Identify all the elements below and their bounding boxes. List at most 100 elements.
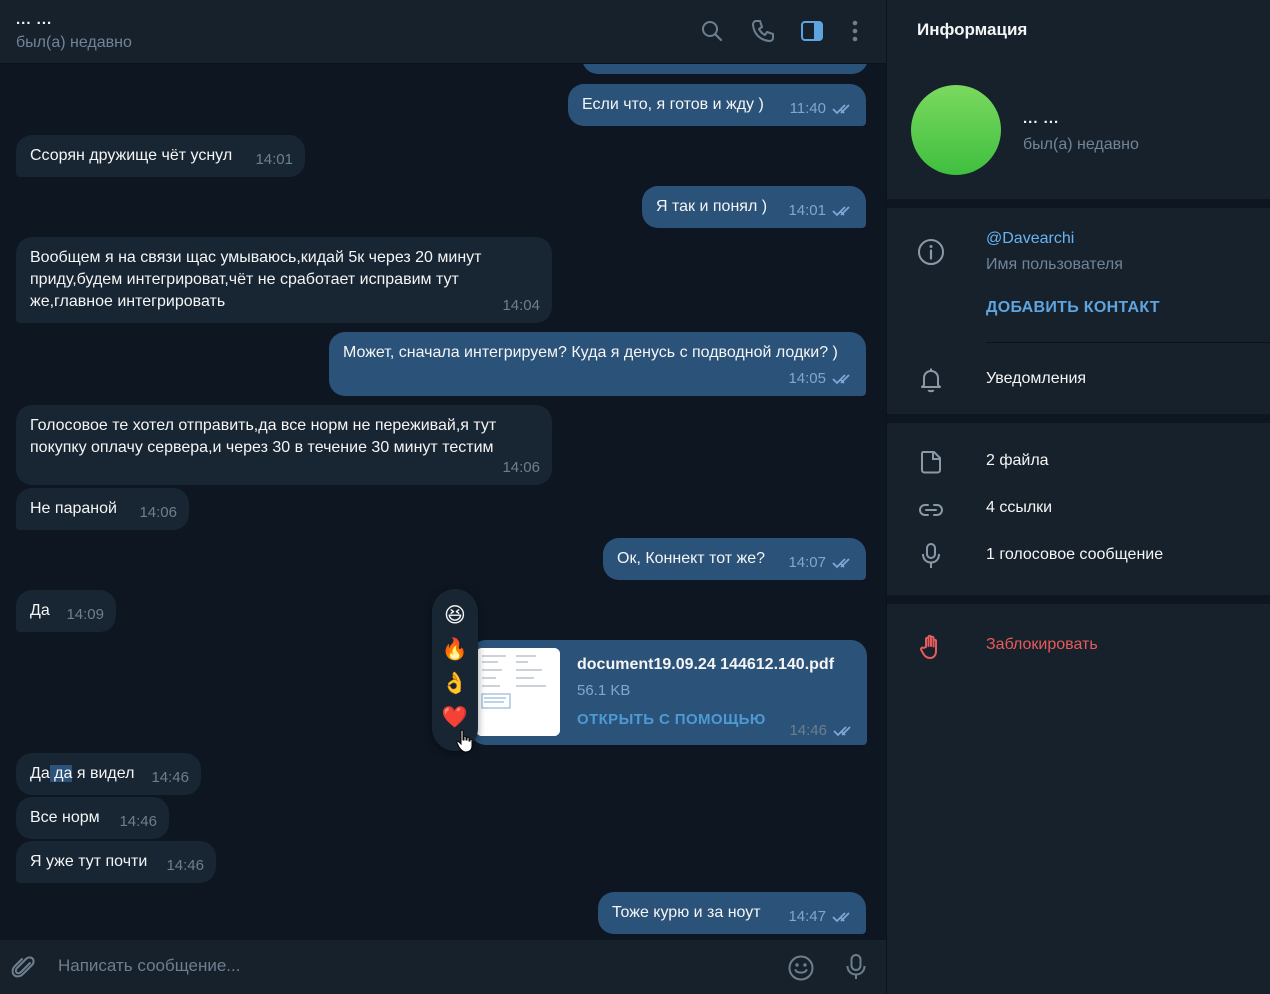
message-meta: 14:06 (502, 457, 540, 479)
message-meta: 14:04 (502, 295, 540, 317)
file-icon (917, 448, 945, 476)
message-text: Ок, Коннект тот же? (617, 550, 766, 567)
bell-icon (917, 366, 945, 394)
microphone-icon (917, 542, 945, 570)
info-icon (917, 238, 945, 266)
section-divider (887, 595, 1270, 604)
file-size: 56.1 KB (577, 682, 631, 699)
hand-cursor-icon (456, 729, 474, 753)
message-time: 14:06 (502, 459, 540, 476)
message-meta: 14:46 (166, 855, 204, 877)
message-time: 14:06 (139, 504, 177, 521)
search-icon[interactable] (699, 18, 725, 44)
phone-icon[interactable] (750, 18, 776, 44)
notifications-label: Уведомления (986, 370, 1087, 387)
message-meta: 14:09 (66, 604, 104, 626)
message-text: Может, сначала интегрируем? Куда я денус… (343, 344, 838, 361)
contact-status: был(а) недавно (1023, 136, 1139, 153)
message-text: Вообщем я на связи щас умываюсь,кидай 5к… (30, 249, 482, 310)
voice-messages-count: 1 голосовое сообщение (986, 546, 1164, 563)
message-time: 14:05 (788, 370, 826, 387)
message-text-part: Да (30, 765, 50, 782)
links-count: 4 ссылки (986, 499, 1053, 516)
contact-name: ... ... (1023, 110, 1060, 127)
message-bubble[interactable]: Может, сначала интегрируем? Куда я денус… (329, 332, 866, 396)
message-meta: 14:47 (788, 906, 854, 928)
message-meta: 14:46 (119, 811, 157, 833)
sidebar-toggle-icon[interactable] (799, 18, 825, 44)
double-check-icon (832, 911, 854, 923)
message-bubble[interactable]: Ссорян дружище чёт уснул 14:01 (16, 135, 305, 177)
message-time: 14:46 (166, 857, 204, 874)
message-bubble[interactable]: Вообщем я на связи щас умываюсь,кидай 5к… (16, 237, 552, 323)
message-text: Не параной (30, 500, 117, 517)
chat-title[interactable]: ... ... (16, 11, 52, 28)
message-time: 14:09 (66, 606, 104, 623)
open-with-button[interactable]: ОТКРЫТЬ С ПОМОЩЬЮ (577, 711, 766, 728)
message-bubble[interactable]: Да 14:09 (16, 590, 116, 632)
reaction-ok-hand[interactable]: 👌 (440, 669, 470, 699)
message-bubble[interactable]: Ок, Коннект тот же? 14:07 (603, 538, 866, 580)
info-panel-title: Информация (917, 20, 1028, 39)
reaction-fire[interactable]: 🔥 (440, 635, 470, 665)
message-bubble[interactable]: Я уже тут почти 14:46 (16, 841, 216, 883)
message-meta: 11:40 (790, 98, 854, 120)
section-divider (887, 199, 1270, 208)
message-time: 14:46 (151, 769, 189, 786)
message-input-bar: Написать сообщение... (0, 940, 886, 994)
reaction-laughing[interactable]: 😆 (440, 601, 470, 631)
message-meta: 14:01 (255, 149, 293, 171)
info-panel: Информация ... ... был(а) недавно @Davea… (886, 0, 1270, 994)
message-bubble[interactable]: Если что, я готов и жду ) 11:40 (568, 84, 866, 126)
message-text: Да да я видел (30, 765, 134, 782)
message-bubble[interactable]: Не параной 14:06 (16, 488, 189, 530)
message-time: 14:01 (788, 202, 826, 219)
message-bubble-clipped[interactable] (582, 64, 868, 74)
username-link[interactable]: @Davearchi (986, 230, 1074, 248)
reaction-picker[interactable]: 😆 🔥 👌 ❤️ (432, 589, 478, 753)
message-list[interactable]: Если что, я готов и жду ) 11:40 Ссорян д… (0, 64, 886, 940)
add-contact-button[interactable]: ДОБАВИТЬ КОНТАКТ (986, 299, 1160, 317)
more-vertical-icon[interactable] (842, 18, 868, 44)
message-time: 14:07 (788, 554, 826, 571)
thin-divider (986, 342, 1270, 343)
selected-text: да (49, 765, 73, 782)
message-input[interactable]: Написать сообщение... (58, 956, 240, 976)
block-hand-icon (917, 633, 945, 661)
file-message-bubble[interactable]: document19.09.24 144612.140.pdf 56.1 KB … (470, 640, 867, 745)
message-text: Ссорян дружище чёт уснул (30, 147, 233, 164)
message-time: 14:46 (789, 722, 827, 739)
message-meta: 14:07 (788, 552, 854, 574)
message-text: Я уже тут почти (30, 853, 148, 870)
message-time: 14:01 (255, 151, 293, 168)
microphone-icon[interactable] (842, 953, 870, 981)
block-user-button[interactable]: Заблокировать (986, 636, 1098, 654)
chat-header[interactable]: ... ... был(а) недавно (0, 0, 886, 64)
message-text: Тоже курю и за ноут (612, 904, 761, 921)
message-bubble[interactable]: Тоже курю и за ноут 14:47 (598, 892, 866, 934)
message-bubble[interactable]: Голосовое те хотел отправить,да все норм… (16, 405, 552, 485)
message-time: 14:46 (119, 813, 157, 830)
message-time: 14:47 (788, 908, 826, 925)
double-check-icon (832, 103, 854, 115)
username-label: Имя пользователя (986, 256, 1123, 273)
avatar[interactable] (911, 85, 1001, 175)
message-bubble[interactable]: Я так и понял ) 14:01 (642, 186, 866, 228)
attach-icon[interactable] (10, 954, 38, 982)
link-icon (917, 496, 945, 524)
message-text-part: я видел (72, 765, 135, 782)
section-divider (887, 414, 1270, 423)
pdf-thumbnail[interactable] (476, 648, 560, 736)
chat-pane: ... ... был(а) недавно Если что, я готов… (0, 0, 886, 994)
double-check-icon (832, 373, 854, 385)
message-bubble[interactable]: Все норм 14:46 (16, 797, 169, 839)
message-text: Я так и понял ) (656, 198, 768, 215)
message-time: 14:04 (502, 297, 540, 314)
message-bubble[interactable]: Да да я видел 14:46 (16, 753, 201, 795)
message-meta: 14:46 (789, 722, 855, 739)
message-text: Голосовое те хотел отправить,да все норм… (30, 417, 497, 456)
emoji-icon[interactable] (787, 954, 815, 982)
files-count: 2 файла (986, 452, 1049, 469)
file-name[interactable]: document19.09.24 144612.140.pdf (577, 656, 834, 674)
message-meta: 14:46 (151, 767, 189, 789)
